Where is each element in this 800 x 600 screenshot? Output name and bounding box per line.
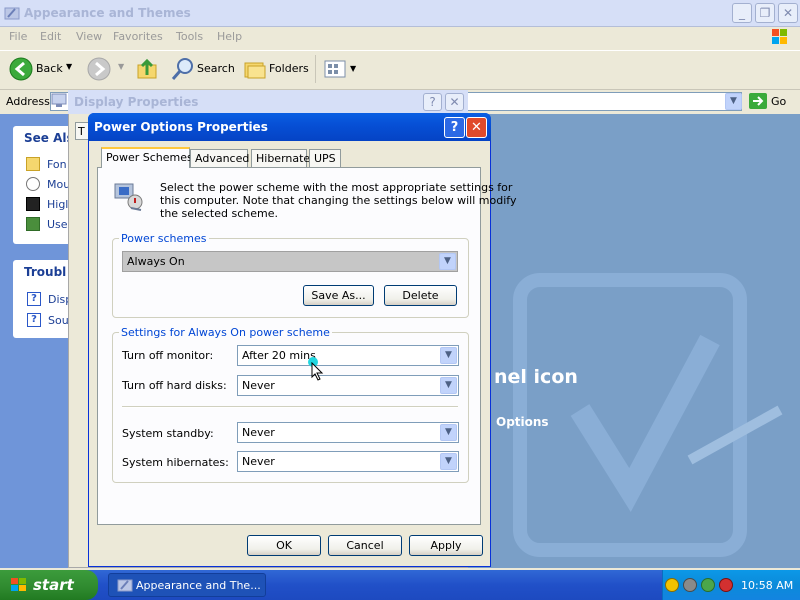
power-description-line-1: Select the power scheme with the most ap… [160, 181, 513, 194]
system-standby-value: Never [242, 426, 275, 439]
user-accounts-icon [26, 217, 40, 231]
cancel-button[interactable]: Cancel [328, 535, 402, 556]
ok-button[interactable]: OK [247, 535, 321, 556]
see-also-title: See Als [24, 131, 74, 145]
display-help-button[interactable]: ? [423, 93, 442, 111]
apply-button[interactable]: Apply [409, 535, 483, 556]
power-options-title: Power Options Properties [94, 120, 268, 134]
fonts-folder-icon [26, 157, 40, 171]
power-schemes-group [112, 238, 469, 318]
system-hibernates-value: Never [242, 455, 275, 468]
system-hibernates-label: System hibernates: [122, 456, 229, 469]
power-scheme-icon [111, 180, 147, 214]
back-arrow-icon[interactable] [9, 57, 33, 81]
power-help-button[interactable]: ? [444, 117, 465, 138]
windows-logo-icon [768, 27, 792, 47]
forward-dropdown-icon[interactable]: ▼ [118, 62, 124, 71]
tab-ups[interactable]: UPS [309, 149, 341, 167]
display-properties-title: Display Properties [74, 95, 199, 109]
network-icon[interactable] [701, 578, 715, 592]
taskbar-item-label: Appearance and The... [136, 579, 261, 592]
see-also-fonts-link[interactable]: Fon [47, 158, 67, 171]
search-button[interactable]: Search [197, 62, 235, 75]
turn-off-hard-disks-select[interactable]: Never ▼ [237, 375, 459, 396]
see-also-mouse-link[interactable]: Mou [47, 178, 70, 191]
menu-view[interactable]: View [76, 30, 102, 43]
troubleshooter-sound-link[interactable]: Sou [48, 314, 69, 327]
chevron-down-icon: ▼ [440, 453, 457, 470]
mouse-cursor-icon [311, 361, 325, 382]
back-dropdown-icon[interactable]: ▼ [66, 62, 72, 71]
menu-file[interactable]: File [9, 30, 27, 43]
delete-button[interactable]: Delete [384, 285, 457, 306]
go-button[interactable]: Go [771, 95, 786, 108]
power-scheme-select[interactable]: Always On ▼ [122, 251, 458, 272]
forward-arrow-icon[interactable] [87, 57, 111, 81]
display-window-icon [51, 92, 67, 108]
up-folder-icon[interactable] [135, 57, 159, 81]
system-standby-select[interactable]: Never ▼ [237, 422, 459, 443]
chevron-down-icon: ▼ [440, 424, 457, 441]
address-dropdown[interactable]: ▼ [725, 92, 743, 111]
help-icon: ? [27, 292, 41, 306]
chevron-down-icon: ▼ [440, 377, 457, 394]
explorer-title: Appearance and Themes [24, 6, 191, 20]
power-description-line-3: the selected scheme. [160, 207, 278, 220]
chevron-down-icon: ▼ [440, 347, 457, 364]
shield-icon[interactable] [719, 578, 733, 592]
turn-off-monitor-select[interactable]: After 20 mins ▼ [237, 345, 459, 366]
system-standby-label: System standby: [122, 427, 214, 440]
turn-off-monitor-label: Turn off monitor: [122, 349, 214, 362]
menu-tools[interactable]: Tools [176, 30, 203, 43]
tab-power-schemes[interactable]: Power Schemes [101, 147, 193, 168]
chevron-down-icon: ▼ [439, 253, 456, 270]
folder-window-icon [4, 5, 20, 21]
background-options-text[interactable]: Options [496, 415, 549, 429]
power-close-button[interactable]: ✕ [466, 117, 487, 138]
tab-advanced[interactable]: Advanced [190, 149, 249, 167]
troubleshooters-title: Troubl [24, 265, 67, 279]
menu-help[interactable]: Help [217, 30, 242, 43]
power-scheme-value: Always On [127, 255, 185, 268]
help-icon: ? [27, 313, 41, 327]
chevron-down-icon: ▼ [725, 93, 742, 110]
high-contrast-icon [26, 197, 40, 211]
power-schemes-group-label: Power schemes [119, 232, 209, 245]
mouse-icon [26, 177, 40, 191]
views-icon[interactable] [324, 59, 346, 79]
views-dropdown-icon[interactable]: ▼ [350, 64, 356, 73]
tab-hibernate[interactable]: Hibernate [251, 149, 310, 167]
minimize-button[interactable]: _ [732, 3, 752, 23]
settings-divider [122, 406, 458, 408]
security-alert-icon[interactable] [665, 578, 679, 592]
back-button[interactable]: Back [36, 62, 63, 75]
address-label: Address [6, 95, 50, 108]
taskbar-folder-icon [117, 578, 133, 592]
go-arrow-icon[interactable] [749, 93, 767, 109]
toolbar-separator [315, 55, 316, 83]
folders-button[interactable]: Folders [269, 62, 309, 75]
menu-edit[interactable]: Edit [40, 30, 61, 43]
turn-off-monitor-value: After 20 mins [242, 349, 316, 362]
see-also-high-contrast-link[interactable]: Higl [47, 198, 68, 211]
display-close-button[interactable]: ✕ [445, 93, 464, 111]
folders-icon[interactable] [243, 58, 267, 80]
background-icon-text: nel icon [494, 366, 578, 388]
save-as-button[interactable]: Save As... [303, 285, 374, 306]
scheme-settings-group-label: Settings for Always On power scheme [119, 326, 332, 339]
turn-off-hard-disks-label: Turn off hard disks: [122, 379, 227, 392]
clock: 10:58 AM [741, 579, 794, 592]
explorer-close-button[interactable]: ✕ [778, 3, 798, 23]
power-description-line-2: this computer. Note that changing the se… [160, 194, 517, 207]
see-also-user-accounts-link[interactable]: Use [47, 218, 68, 231]
search-icon[interactable] [170, 56, 196, 82]
settings-gear-icon[interactable] [683, 578, 697, 592]
windows-flag-icon [10, 577, 28, 593]
turn-off-hard-disks-value: Never [242, 379, 275, 392]
start-label: start [33, 576, 74, 594]
maximize-button[interactable]: ❐ [755, 3, 775, 23]
system-hibernates-select[interactable]: Never ▼ [237, 451, 459, 472]
menu-favorites[interactable]: Favorites [113, 30, 163, 43]
